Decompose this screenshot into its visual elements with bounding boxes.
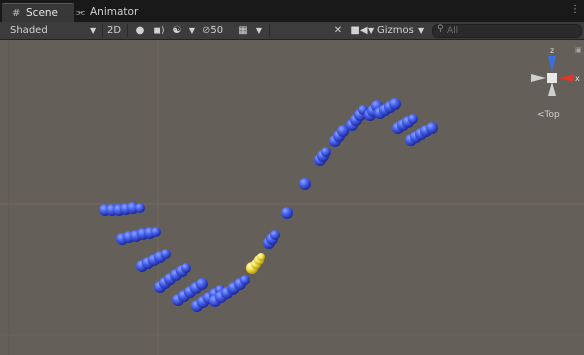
camera-settings-button[interactable]: ■◀: [350, 23, 368, 38]
sphere-object[interactable]: [181, 263, 191, 273]
view-label-text: Top: [544, 110, 560, 120]
divider: [102, 24, 103, 37]
sphere-group: [99, 98, 438, 312]
lighting-toggle[interactable]: ●: [134, 23, 146, 38]
chevron-down-icon: ▼: [368, 26, 375, 35]
axis-neg-x-cone[interactable]: [531, 74, 546, 82]
effects-dropdown[interactable]: ▼: [188, 23, 196, 38]
draw-mode-label: Shaded: [10, 25, 48, 36]
audio-toggle[interactable]: ◼): [152, 23, 166, 38]
scene-canvas[interactable]: [0, 40, 584, 355]
axis-z-cone[interactable]: [548, 56, 556, 72]
grid-dropdown[interactable]: ▼: [255, 23, 263, 38]
sphere-object[interactable]: [408, 114, 418, 124]
lock-icon[interactable]: ▣: [575, 46, 582, 54]
gizmos-dropdown[interactable]: ▼: [418, 23, 426, 38]
search-box: ⚲: [432, 24, 582, 38]
scene-window: # Scene ⫘ Animator ⋮ Shaded ▼ 2D ● ◼) ☯ ▼ …: [0, 0, 584, 355]
chevron-down-icon: ▼: [188, 26, 196, 35]
sphere-object[interactable]: [281, 207, 293, 219]
sphere-object[interactable]: [151, 227, 161, 237]
search-icon: ⚲: [437, 24, 444, 34]
animator-icon: ⫘: [76, 7, 85, 18]
camera-dropdown[interactable]: ▼: [368, 23, 376, 38]
selected-sphere-object[interactable]: [257, 253, 265, 261]
sphere-object[interactable]: [270, 230, 280, 240]
grid-icon: ▦: [238, 25, 248, 36]
sphere-object[interactable]: [196, 278, 208, 290]
tools-button[interactable]: ✕: [331, 23, 345, 38]
axis-x-cone[interactable]: [558, 74, 574, 82]
center-cube[interactable]: [547, 73, 557, 83]
tools-icon: ✕: [333, 25, 343, 36]
chevron-down-icon: ▼: [418, 26, 425, 35]
sphere-object[interactable]: [161, 249, 171, 259]
tab-bar: # Scene ⫘ Animator ⋮: [0, 0, 584, 23]
scene-toolbar: Shaded ▼ 2D ● ◼) ☯ ▼ ⊘50 ▦ ▼ ✕ ■◀ ▼ Gizm…: [0, 22, 584, 40]
sphere-object[interactable]: [389, 98, 401, 110]
tab-animator[interactable]: ⫘ Animator: [66, 3, 154, 22]
scene-viewport[interactable]: [0, 40, 584, 355]
tab-scene[interactable]: # Scene: [2, 3, 74, 23]
gizmos-label: Gizmos: [377, 25, 414, 36]
search-input[interactable]: [447, 25, 572, 37]
grid-toggle[interactable]: ▦: [236, 23, 250, 38]
sphere-object[interactable]: [299, 178, 311, 190]
axis-x-label: x: [575, 74, 580, 83]
chevron-down-icon: ▼: [90, 26, 97, 35]
camera-icon: ■◀: [350, 25, 368, 36]
gizmos-button[interactable]: Gizmos: [377, 23, 415, 38]
sphere-object[interactable]: [135, 203, 145, 213]
more-options-icon[interactable]: ⋮: [570, 4, 580, 15]
divider: [269, 24, 270, 37]
grid-icon: #: [12, 8, 21, 19]
sphere-object[interactable]: [240, 275, 250, 285]
tab-animator-label: Animator: [90, 6, 139, 18]
effects-toggle[interactable]: ☯: [170, 23, 184, 38]
toggle-2d-label: 2D: [106, 25, 122, 36]
hidden-count: 50: [210, 25, 224, 36]
axis-z-label: z: [550, 46, 554, 55]
chevron-down-icon: ▼: [255, 26, 263, 35]
toggle-2d-button[interactable]: 2D: [106, 23, 122, 38]
view-label[interactable]: <Top: [537, 110, 560, 120]
sphere-object[interactable]: [321, 147, 331, 157]
divider: [127, 24, 128, 37]
speaker-icon: ◼): [153, 26, 165, 36]
lightbulb-icon: ●: [135, 25, 145, 36]
axis-neg-z-cone[interactable]: [548, 82, 556, 96]
sphere-object[interactable]: [426, 122, 438, 134]
hidden-objects-toggle[interactable]: ⊘50: [202, 23, 232, 38]
effects-icon: ☯: [172, 25, 182, 36]
tab-scene-label: Scene: [26, 7, 59, 19]
